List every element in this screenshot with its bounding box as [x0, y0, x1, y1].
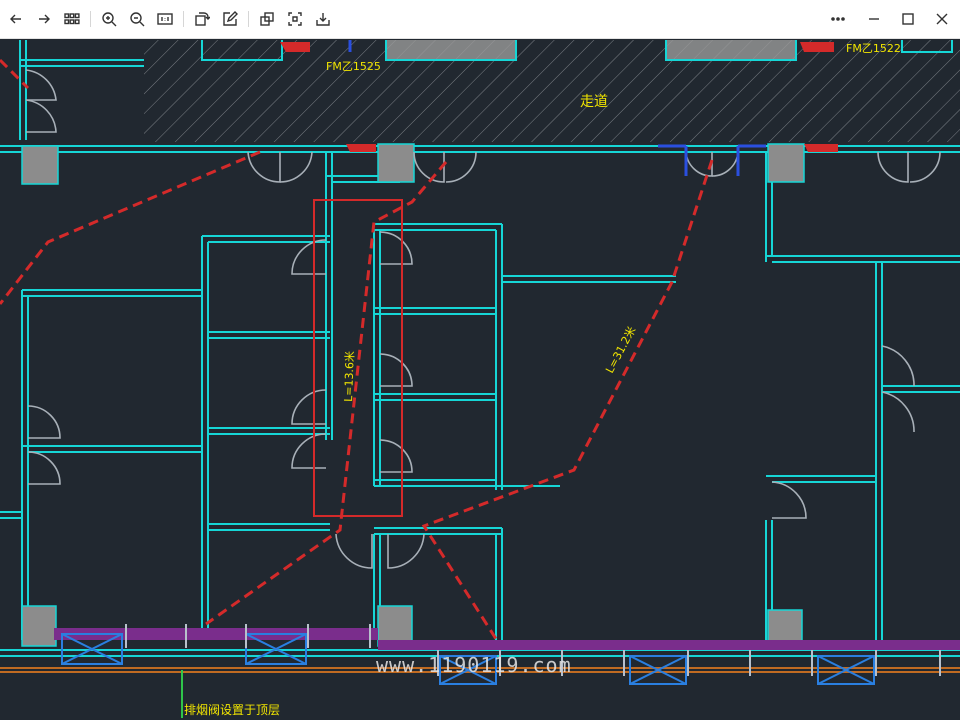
download-button[interactable] — [309, 5, 337, 33]
route-length-label-2: L=31.2米 — [603, 324, 638, 375]
corridor-label: 走道 — [580, 94, 608, 110]
floor-plan-drawing: FM乙1525 FM乙1522 走道 L=13.6米 L=31.2米 排烟阀设置… — [0, 40, 960, 718]
toolbar-divider — [90, 11, 91, 27]
drawing-canvas[interactable]: FM乙1525 FM乙1522 走道 L=13.6米 L=31.2米 排烟阀设置… — [0, 39, 960, 720]
back-button[interactable] — [2, 5, 30, 33]
rotate-button[interactable] — [188, 5, 216, 33]
maximize-icon — [902, 13, 914, 25]
more-icon — [831, 17, 845, 21]
zoom-in-icon — [102, 12, 117, 27]
viewer-toolbar — [0, 0, 960, 39]
forward-button[interactable] — [30, 5, 58, 33]
actual-size-icon — [157, 13, 173, 25]
door-label-fm1: FM乙1525 — [326, 60, 381, 73]
zoom-out-icon — [130, 12, 145, 27]
door-label-fm2: FM乙1522 — [846, 42, 901, 55]
watermark-text: www.1190119.com — [376, 653, 572, 677]
toolbar-divider — [183, 11, 184, 27]
edit-button[interactable] — [216, 5, 244, 33]
maximize-button[interactable] — [894, 5, 922, 33]
zoom-in-button[interactable] — [95, 5, 123, 33]
download-icon — [316, 13, 330, 26]
minimize-icon — [869, 18, 879, 20]
actual-size-button[interactable] — [151, 5, 179, 33]
bottom-note-label: 排烟阀设置于顶层 — [184, 703, 280, 717]
corridor-area — [144, 40, 960, 142]
minimize-button[interactable] — [860, 5, 888, 33]
rotate-icon — [195, 12, 210, 26]
toolbar-divider — [248, 11, 249, 27]
close-button[interactable] — [928, 5, 956, 33]
close-icon — [936, 13, 948, 25]
edit-icon — [223, 11, 238, 26]
structural-columns — [21, 143, 805, 649]
more-button[interactable] — [824, 5, 852, 33]
crop-icon — [260, 12, 274, 26]
fullscreen-button[interactable] — [281, 5, 309, 33]
route-length-label-1: L=13.6米 — [342, 351, 357, 402]
fullscreen-icon — [288, 12, 302, 26]
arrow-left-icon — [10, 14, 21, 24]
crop-button[interactable] — [253, 5, 281, 33]
grid-icon — [64, 13, 80, 25]
arrow-right-icon — [39, 14, 50, 24]
zoom-out-button[interactable] — [123, 5, 151, 33]
grid-view-button[interactable] — [58, 5, 86, 33]
